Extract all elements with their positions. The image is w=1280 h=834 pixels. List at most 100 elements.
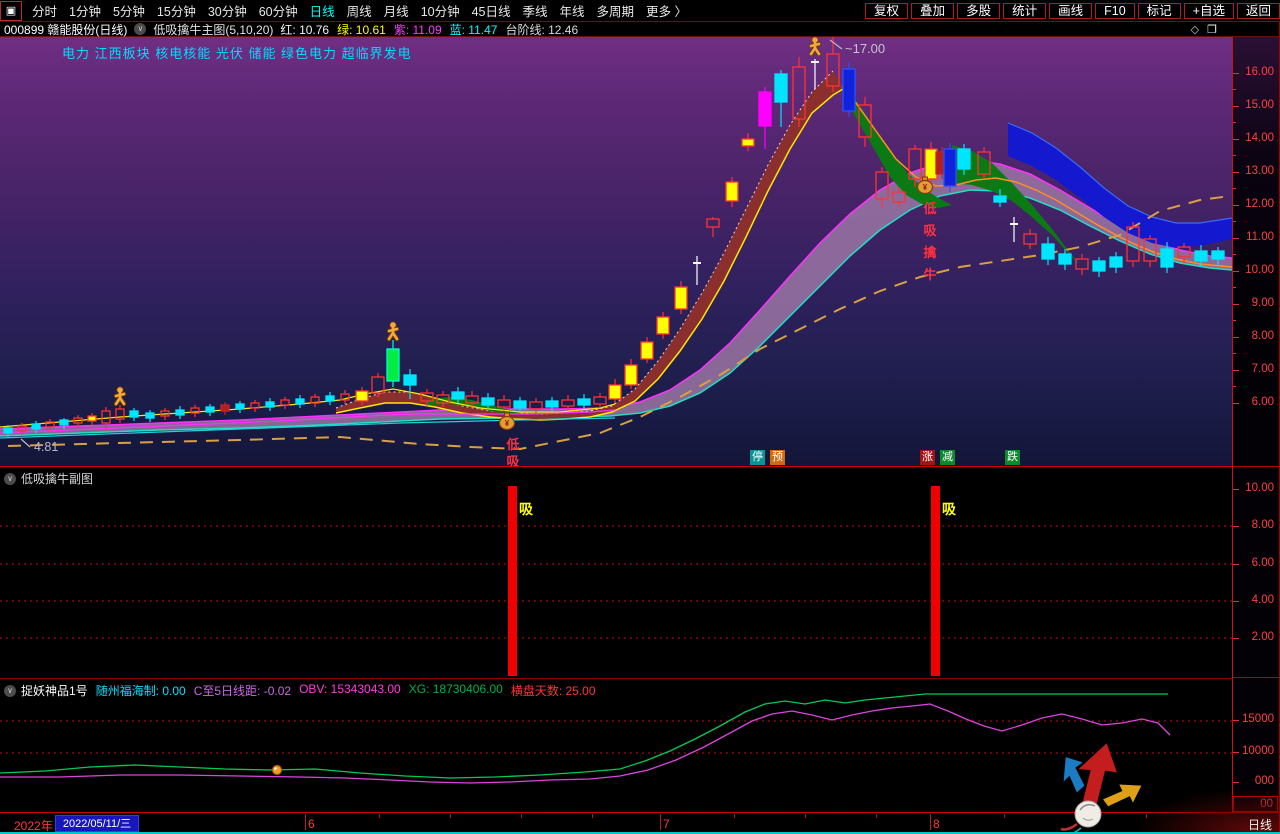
period-tab-5分钟[interactable]: 5分钟 xyxy=(107,1,151,20)
period-tab-60分钟[interactable]: 60分钟 xyxy=(253,1,304,20)
axis-label: 6.00 xyxy=(1251,396,1274,408)
panel2-header: ∨ 低吸擒牛副图 xyxy=(4,470,93,487)
gold-dot-marker xyxy=(271,764,283,776)
sub-indicator-panel[interactable]: ∨ 低吸擒牛副图 吸吸 xyxy=(0,466,1232,678)
candle xyxy=(386,340,400,387)
toolbar-button-叠加[interactable]: 叠加 xyxy=(911,2,955,19)
candle xyxy=(1075,254,1089,275)
toolbar-button-画线[interactable]: 画线 xyxy=(1049,2,1093,19)
period-tab-多周期[interactable]: 多周期 xyxy=(591,1,641,20)
axis-tick xyxy=(1233,271,1239,272)
axis-label: 15.00 xyxy=(1245,99,1274,111)
month-label: 8 xyxy=(933,817,940,831)
chevron-down-icon[interactable]: ∨ xyxy=(134,23,147,35)
week-tick xyxy=(592,814,593,818)
candle xyxy=(758,87,772,149)
candle xyxy=(943,143,957,192)
toolbar-button-+自选[interactable]: +自选 xyxy=(1183,2,1234,19)
xg-magenta-line xyxy=(0,703,1171,784)
candle xyxy=(656,312,670,339)
diamond-icon[interactable]: ◇ xyxy=(1191,23,1199,36)
axis-label: 15000 xyxy=(1242,713,1274,725)
month-label: 6 xyxy=(308,817,315,831)
axis-tick xyxy=(1233,139,1239,140)
toolbar-button-返回[interactable]: 返回 xyxy=(1236,2,1280,19)
concept-tags: 电力 江西板块 核电核能 光伏 储能 绿色电力 超临界发电 xyxy=(62,46,412,61)
month-tick xyxy=(660,814,661,830)
candle xyxy=(640,337,654,363)
candle xyxy=(280,397,290,409)
main-price-chart[interactable]: ¥低吸擒牛¥低吸擒牛~17.004.81 电力 江西板块 核电核能 光伏 储能 … xyxy=(0,37,1232,466)
panel2-canvas: 吸吸 xyxy=(0,486,1232,676)
period-tab-更多 〉[interactable]: 更多 〉 xyxy=(640,1,693,20)
candle xyxy=(265,398,275,411)
period-tab-月线[interactable]: 月线 xyxy=(378,1,415,20)
candle xyxy=(1010,217,1018,242)
toolbar-button-统计[interactable]: 统计 xyxy=(1003,2,1047,19)
period-tab-45日线[interactable]: 45日线 xyxy=(466,1,517,20)
axis-label: 2.00 xyxy=(1251,631,1274,643)
candle xyxy=(220,402,230,415)
window-icon[interactable]: ▣ xyxy=(0,0,22,21)
axis-tick xyxy=(1233,403,1239,404)
period-tab-15分钟[interactable]: 15分钟 xyxy=(151,1,202,20)
candle xyxy=(1092,257,1106,277)
period-tab-周线[interactable]: 周线 xyxy=(341,1,378,20)
gold-man-marker-icon xyxy=(113,386,127,407)
signal-text-char: 吸 xyxy=(506,454,520,466)
axis-zero-label: 00 xyxy=(1260,798,1273,810)
period-tab-季线[interactable]: 季线 xyxy=(517,1,554,20)
axis-label: 16.00 xyxy=(1245,66,1274,78)
axis-label: 12.00 xyxy=(1245,198,1274,210)
axis-tick xyxy=(1233,564,1239,565)
period-tab-年线[interactable]: 年线 xyxy=(554,1,591,20)
candle xyxy=(235,401,245,413)
chevron-down-icon[interactable]: ∨ xyxy=(4,472,16,485)
week-tick xyxy=(734,814,735,818)
svg-text:¥: ¥ xyxy=(505,419,510,428)
panel2-title: 低吸擒牛副图 xyxy=(21,472,94,486)
week-tick xyxy=(1146,814,1147,818)
toolbar-button-F10[interactable]: F10 xyxy=(1095,2,1135,19)
panel3-header: ∨ 捉妖神品1号 随州福海制: 0.00 C至5日线距: -0.02 OBV: 15… xyxy=(4,682,604,699)
period-tab-1分钟[interactable]: 1分钟 xyxy=(63,1,107,20)
toolbar-button-标记[interactable]: 标记 xyxy=(1137,2,1181,19)
axis-label: 10000 xyxy=(1242,745,1274,757)
price-axis: 16.00 15.00 14.00 13.00 12.00 11.00 10.00 9.00 8… xyxy=(1232,37,1279,466)
panes-icon[interactable]: ❐ xyxy=(1207,23,1217,36)
week-tick xyxy=(379,814,380,818)
main-indicator-name: 低吸擒牛主图(5,10,20) xyxy=(153,22,274,37)
period-tab-30分钟[interactable]: 30分钟 xyxy=(202,1,253,20)
indicator-info-bar: 000899 赣能股份(日线) ∨ 低吸擒牛主图(5,10,20) 红: 10.… xyxy=(0,22,1280,37)
signal-text-char: 低 xyxy=(922,201,936,216)
status-badge-涨: 涨 xyxy=(920,450,935,465)
axis-label: 10.00 xyxy=(1245,264,1274,276)
candle xyxy=(310,394,320,407)
signal-label: 吸 xyxy=(519,501,534,517)
buy-signal-bar xyxy=(508,486,517,676)
stock-code-name: 000899 赣能股份(日线) xyxy=(4,22,128,37)
candle xyxy=(250,400,260,412)
indicator-value: 红: 10.76 xyxy=(280,22,330,37)
candle xyxy=(624,359,638,389)
panel3-stat: 随州福海制: 0.00 xyxy=(95,684,186,698)
chevron-down-icon[interactable]: ∨ xyxy=(4,684,16,697)
signal-text-char: 吸 xyxy=(923,223,937,238)
selected-date-box[interactable]: 2022/05/11/三 xyxy=(55,815,139,832)
period-tab-日线[interactable]: 日线 xyxy=(304,1,341,20)
period-tab-分时[interactable]: 分时 xyxy=(26,1,63,20)
candle xyxy=(87,413,97,425)
week-tick xyxy=(450,814,451,818)
period-menu: 分时 1分钟 5分钟 15分钟 30分钟 60分钟 日线 周线 月线 10分钟 45日线 季线 年线 多周… xyxy=(26,1,693,20)
toolbar-button-复权[interactable]: 复权 xyxy=(865,2,909,19)
candle xyxy=(295,395,305,408)
candle xyxy=(129,408,139,421)
axis-label: 10.00 xyxy=(1245,482,1274,494)
period-label[interactable]: 日线 xyxy=(1248,816,1272,833)
axis-zero-box: 00 xyxy=(1233,796,1278,812)
candle xyxy=(577,394,591,409)
obv-indicator-panel[interactable]: ∨ 捉妖神品1号 随州福海制: 0.00 C至5日线距: -0.02 OBV: 15… xyxy=(0,678,1232,812)
panel3-title: 捉妖神品1号 xyxy=(21,684,88,698)
period-tab-10分钟[interactable]: 10分钟 xyxy=(415,1,466,20)
toolbar-button-多股[interactable]: 多股 xyxy=(957,2,1001,19)
